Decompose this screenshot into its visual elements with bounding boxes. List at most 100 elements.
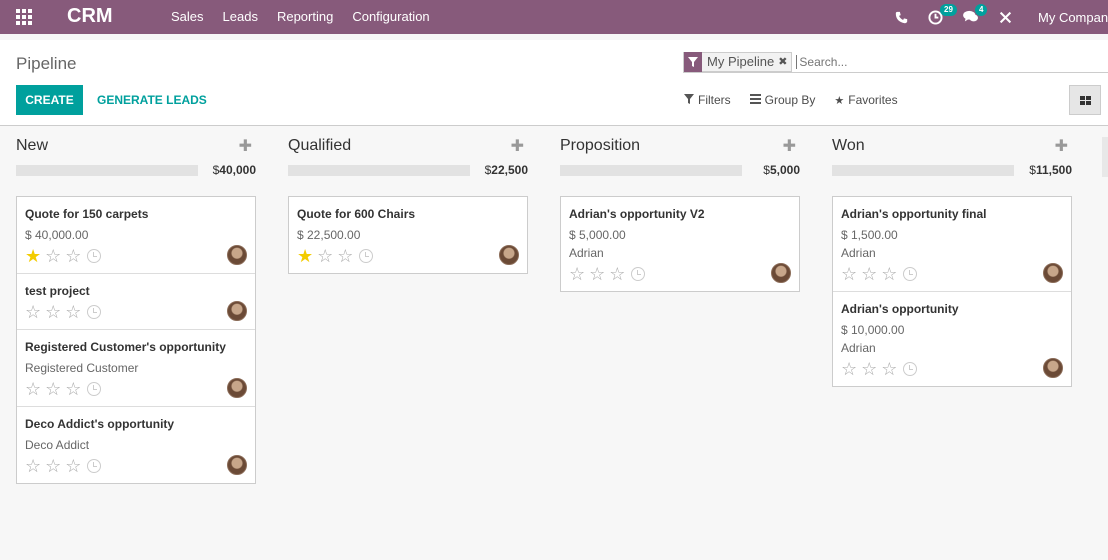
star-icon[interactable]: ★: [297, 247, 313, 265]
column-progress-bar[interactable]: [560, 165, 742, 176]
star-icon[interactable]: ☆: [45, 247, 61, 265]
filters-button[interactable]: Filters: [684, 93, 731, 107]
activity-clock-icon[interactable]: [87, 382, 102, 396]
main-menu: Sales Leads Reporting Configuration: [171, 9, 449, 24]
column-header: Won ✚: [832, 127, 1072, 159]
star-icon[interactable]: ☆: [881, 265, 897, 283]
activity-clock-icon[interactable]: [903, 267, 918, 281]
star-icon[interactable]: ☆: [65, 457, 81, 475]
column-progress-bar[interactable]: [288, 165, 470, 176]
column-total: $22,500: [484, 163, 528, 177]
star-icon[interactable]: ☆: [841, 360, 857, 378]
favorites-button[interactable]: ★ Favorites: [834, 93, 897, 107]
star-icon[interactable]: ☆: [317, 247, 333, 265]
kanban-card[interactable]: Quote for 150 carpets $ 40,000.00 ★ ☆ ☆: [17, 197, 255, 274]
card-partner: Adrian: [841, 341, 876, 355]
star-icon[interactable]: ☆: [881, 360, 897, 378]
star-icon[interactable]: ☆: [861, 360, 877, 378]
app-brand[interactable]: CRM: [67, 5, 113, 28]
card-partner: Adrian: [841, 246, 876, 260]
group-by-button[interactable]: Group By: [749, 93, 815, 107]
activity-clock-icon[interactable]: [903, 362, 918, 376]
favorites-label: Favorites: [848, 93, 898, 107]
phone-icon[interactable]: [895, 11, 908, 24]
generate-leads-button[interactable]: GENERATE LEADS: [97, 93, 207, 107]
star-icon[interactable]: ☆: [589, 265, 605, 283]
kanban-view-button[interactable]: [1069, 85, 1101, 115]
star-icon[interactable]: ☆: [861, 265, 877, 283]
star-icon[interactable]: ☆: [45, 303, 61, 321]
column-progress-bar[interactable]: [832, 165, 1014, 176]
star-icon[interactable]: ☆: [25, 380, 41, 398]
star-icon[interactable]: ☆: [65, 380, 81, 398]
star-icon[interactable]: ★: [25, 247, 41, 265]
column-total: $40,000: [212, 163, 256, 177]
message-count-badge: 4: [975, 4, 988, 16]
card-footer: ☆ ☆ ☆: [841, 358, 1063, 386]
messages-icon[interactable]: 4: [963, 4, 988, 24]
column-header: Proposition ✚: [560, 127, 800, 159]
search-facet: My Pipeline ✖: [683, 51, 793, 72]
card-footer: ☆ ☆ ☆: [25, 455, 247, 483]
activity-clock-icon[interactable]: 29: [928, 3, 957, 25]
kanban-column-proposition: Proposition ✚ $5,000 Adrian's opportunit…: [560, 127, 800, 292]
kanban-board: New ✚ $40,000 Quote for 150 carpets $ 40…: [0, 127, 1108, 560]
tools-icon[interactable]: [999, 11, 1012, 24]
priority-stars: ★ ☆ ☆: [25, 247, 102, 265]
search-input[interactable]: [796, 54, 997, 69]
kanban-card[interactable]: Deco Addict's opportunity Deco Addict ☆ …: [17, 407, 255, 483]
star-icon[interactable]: ☆: [25, 303, 41, 321]
activity-clock-icon[interactable]: [87, 459, 102, 473]
kanban-card[interactable]: Quote for 600 Chairs $ 22,500.00 ★ ☆ ☆: [289, 197, 527, 273]
card-list: Adrian's opportunity V2 $ 5,000.00 Adria…: [560, 196, 800, 292]
kanban-card[interactable]: Adrian's opportunity final $ 1,500.00 Ad…: [833, 197, 1071, 292]
menu-item-reporting[interactable]: Reporting: [277, 9, 333, 24]
activity-clock-icon[interactable]: [631, 267, 646, 281]
card-revenue: $ 10,000.00: [841, 323, 905, 337]
star-icon[interactable]: ☆: [45, 457, 61, 475]
column-header: New ✚: [16, 127, 256, 159]
card-title: test project: [25, 284, 90, 298]
column-progress-bar[interactable]: [16, 165, 198, 176]
facet-remove-icon[interactable]: ✖: [778, 55, 791, 68]
star-icon[interactable]: ☆: [841, 265, 857, 283]
quick-create-icon[interactable]: ✚: [239, 136, 252, 156]
quick-create-icon[interactable]: ✚: [511, 136, 524, 156]
avatar: [771, 263, 791, 283]
star-icon[interactable]: ☆: [45, 380, 61, 398]
card-revenue: $ 40,000.00: [25, 228, 89, 242]
apps-menu-icon[interactable]: [16, 9, 34, 25]
card-footer: ☆ ☆ ☆: [25, 378, 247, 406]
column-title: Won: [832, 137, 865, 154]
card-footer: ☆ ☆ ☆: [25, 301, 247, 329]
create-button[interactable]: CREATE: [16, 85, 83, 115]
activity-clock-icon[interactable]: [87, 305, 102, 319]
company-switcher[interactable]: My Company: [1038, 10, 1108, 25]
star-icon[interactable]: ☆: [25, 457, 41, 475]
kanban-column-won: Won ✚ $11,500 Adrian's opportunity final…: [832, 127, 1072, 387]
kanban-card[interactable]: Registered Customer's opportunity Regist…: [17, 330, 255, 407]
activity-clock-icon[interactable]: [87, 249, 102, 263]
star-icon[interactable]: ☆: [609, 265, 625, 283]
star-icon[interactable]: ☆: [65, 303, 81, 321]
card-partner: Registered Customer: [25, 361, 139, 375]
activity-clock-icon[interactable]: [359, 249, 374, 263]
next-column-edge: [1102, 137, 1108, 177]
kanban-card[interactable]: Adrian's opportunity $ 10,000.00 Adrian …: [833, 292, 1071, 386]
card-partner: Deco Addict: [25, 438, 90, 452]
column-title: Proposition: [560, 137, 641, 154]
card-title: Adrian's opportunity V2: [569, 207, 705, 221]
kanban-card[interactable]: Adrian's opportunity V2 $ 5,000.00 Adria…: [561, 197, 799, 291]
facet-label: My Pipeline: [707, 54, 775, 69]
menu-item-sales[interactable]: Sales: [171, 9, 204, 24]
quick-create-icon[interactable]: ✚: [1055, 136, 1068, 156]
kanban-card[interactable]: test project ☆ ☆ ☆: [17, 274, 255, 330]
quick-create-icon[interactable]: ✚: [783, 136, 796, 156]
card-revenue: $ 1,500.00: [841, 228, 898, 242]
menu-item-configuration[interactable]: Configuration: [352, 9, 429, 24]
star-icon[interactable]: ☆: [569, 265, 585, 283]
star-icon[interactable]: ☆: [337, 247, 353, 265]
menu-item-leads[interactable]: Leads: [223, 9, 258, 24]
star-icon[interactable]: ☆: [65, 247, 81, 265]
filters-label: Filters: [698, 93, 731, 107]
